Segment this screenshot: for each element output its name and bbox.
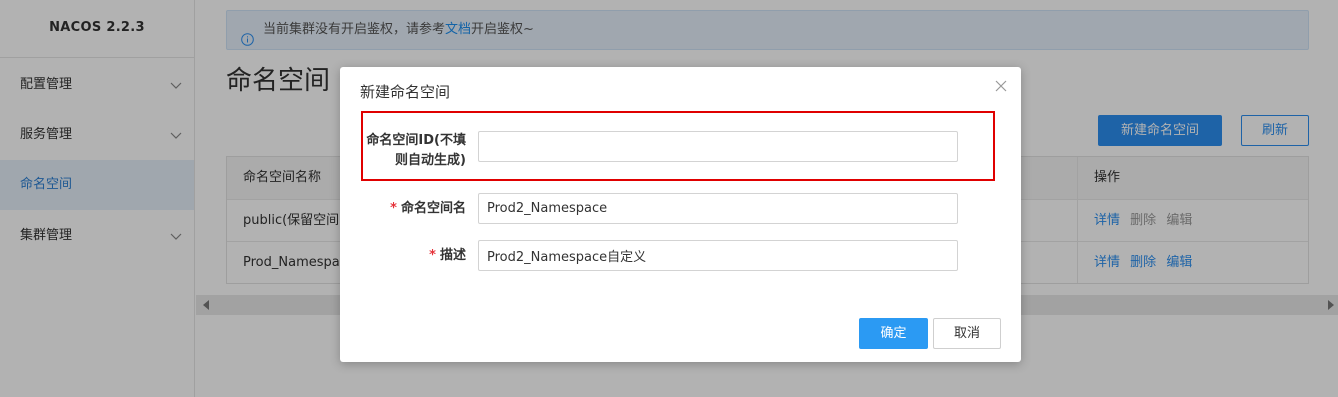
dialog-title: 新建命名空间 <box>360 83 451 101</box>
required-mark: * <box>429 248 436 263</box>
namespace-id-label: 命名空间ID(不填 则自动生成) <box>360 131 466 171</box>
required-mark: * <box>390 201 397 216</box>
close-icon[interactable] <box>995 80 1007 92</box>
new-namespace-dialog: 新建命名空间 命名空间ID(不填 则自动生成) *命名空间名 *描述 确定 取消 <box>340 67 1021 362</box>
confirm-button[interactable]: 确定 <box>859 318 928 349</box>
namespace-name-input[interactable] <box>478 193 958 224</box>
namespace-id-input[interactable] <box>478 131 958 162</box>
description-label: * 描述 <box>360 240 466 271</box>
namespace-id-label-line2: 则自动生成) <box>395 153 466 168</box>
namespace-id-label-line1: 命名空间ID(不填 <box>366 133 466 148</box>
namespace-name-label: * 命名空间名 <box>360 193 466 224</box>
description-input[interactable] <box>478 240 958 271</box>
description-label-text: 描述 <box>439 248 466 263</box>
cancel-button[interactable]: 取消 <box>933 318 1001 349</box>
namespace-name-label-text: 命名空间名 <box>400 201 466 216</box>
